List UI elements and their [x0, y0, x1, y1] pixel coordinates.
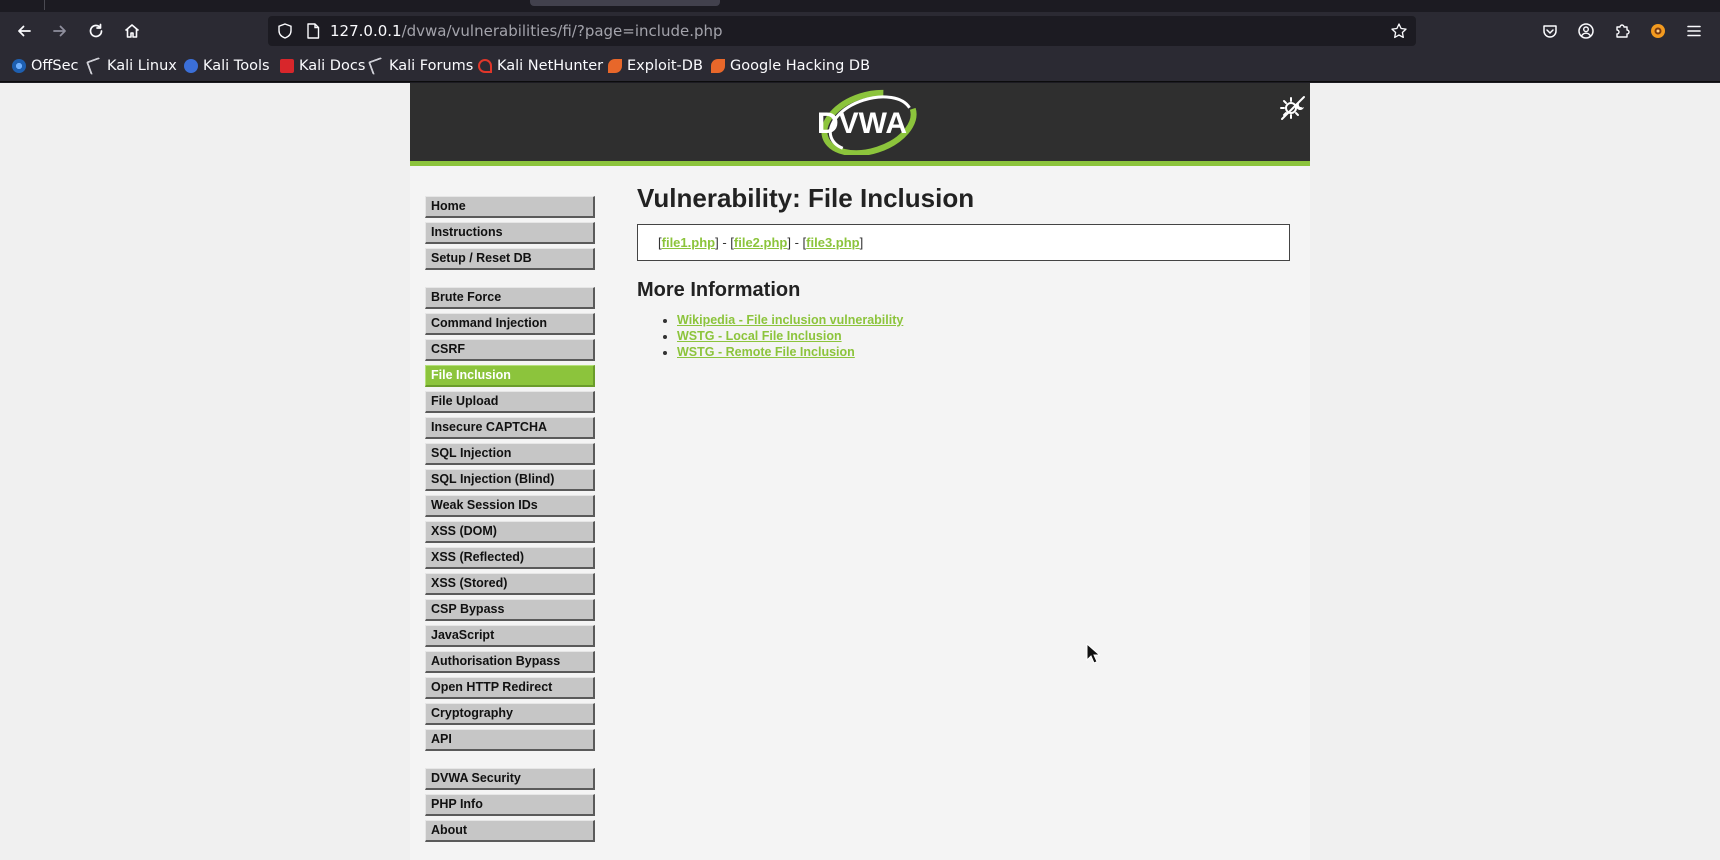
reload-icon [89, 23, 103, 38]
exploit-db-icon [608, 59, 622, 73]
back-arrow-icon [18, 25, 31, 37]
bookmark-offsec[interactable]: OffSec [12, 57, 79, 75]
shield-icon[interactable] [276, 22, 294, 40]
puzzle-icon [1616, 24, 1630, 38]
back-button[interactable] [8, 15, 40, 47]
page-info-icon[interactable] [304, 22, 322, 40]
menu-group-vulnerabilities: Brute Force Command Injection CSRF File … [425, 287, 595, 751]
dvwa-container: DVWA Home Instructions Setup / Reset DB … [410, 83, 1310, 860]
wstg-remote-file-inclusion-link[interactable]: WSTG - Remote File Inclusion [677, 345, 855, 359]
menu-item-weak-session-ids[interactable]: Weak Session IDs [425, 495, 595, 517]
main-menu: Home Instructions Setup / Reset DB Brute… [425, 196, 595, 859]
tab-separator [44, 0, 45, 10]
menu-item-sql-injection[interactable]: SQL Injection [425, 443, 595, 465]
ghdb-icon [711, 59, 725, 73]
menu-item-insecure-captcha[interactable]: Insecure CAPTCHA [425, 417, 595, 439]
mouse-cursor-icon [1086, 643, 1100, 664]
offsec-icon [12, 59, 26, 73]
menu-item-xss-reflected[interactable]: XSS (Reflected) [425, 547, 595, 569]
menu-item-csp-bypass[interactable]: CSP Bypass [425, 599, 595, 621]
file2-link[interactable]: file2.php [734, 235, 787, 250]
bookmarks-toolbar: OffSec Kali Linux Kali Tools Kali Docs K… [0, 50, 1720, 82]
bookmark-star-icon[interactable] [1390, 22, 1408, 40]
menu-item-file-upload[interactable]: File Upload [425, 391, 595, 413]
url-host: 127.0.0.1 [330, 22, 402, 40]
kali-docs-icon [280, 59, 294, 73]
hamburger-menu-icon [1687, 25, 1701, 37]
file-links-box: [file1.php] - [file2.php] - [file3.php] [637, 224, 1290, 261]
dvwa-logo[interactable]: DVWA [805, 89, 925, 155]
nethunter-icon [478, 59, 492, 73]
forward-arrow-icon [53, 25, 66, 37]
menu-group-system: DVWA Security PHP Info About [425, 768, 595, 842]
more-info-heading: More Information [637, 279, 801, 301]
list-item: WSTG - Local File Inclusion [677, 328, 1297, 344]
home-icon [124, 24, 140, 38]
active-tab[interactable] [530, 0, 720, 6]
file-separator: - [718, 235, 731, 250]
home-button[interactable] [116, 15, 148, 47]
url-text[interactable]: 127.0.0.1/dvwa/vulnerabilities/fi/?page=… [330, 22, 723, 40]
theme-toggle-icon[interactable] [1278, 93, 1308, 123]
menu-item-xss-stored[interactable]: XSS (Stored) [425, 573, 595, 595]
forward-button[interactable] [44, 15, 76, 47]
extension-avatar-button[interactable] [1642, 15, 1674, 47]
page-title: Vulnerability: File Inclusion [637, 183, 975, 213]
more-info-list: Wikipedia - File inclusion vulnerability… [637, 312, 1297, 360]
menu-item-open-http-redirect[interactable]: Open HTTP Redirect [425, 677, 595, 699]
file3-link[interactable]: file3.php [806, 235, 859, 250]
extension-fox-icon [1651, 24, 1665, 38]
menu-item-php-info[interactable]: PHP Info [425, 794, 595, 816]
menu-item-xss-dom[interactable]: XSS (DOM) [425, 521, 595, 543]
menu-item-dvwa-security[interactable]: DVWA Security [425, 768, 595, 790]
menu-item-about[interactable]: About [425, 820, 595, 842]
list-item: WSTG - Remote File Inclusion [677, 344, 1297, 360]
menu-item-file-inclusion[interactable]: File Inclusion [425, 365, 595, 387]
kali-dragon-icon [86, 57, 104, 75]
menu-group-general: Home Instructions Setup / Reset DB [425, 196, 595, 270]
menu-item-api[interactable]: API [425, 729, 595, 751]
file1-link[interactable]: file1.php [662, 235, 715, 250]
page-viewport: DVWA Home Instructions Setup / Reset DB … [0, 83, 1720, 860]
wikipedia-file-inclusion-link[interactable]: Wikipedia - File inclusion vulnerability [677, 313, 903, 327]
bookmark-google-hacking-db[interactable]: Google Hacking DB [711, 57, 870, 75]
menu-item-sql-injection-blind[interactable]: SQL Injection (Blind) [425, 469, 595, 491]
menu-item-home[interactable]: Home [425, 196, 595, 218]
url-bar[interactable]: 127.0.0.1/dvwa/vulnerabilities/fi/?page=… [268, 16, 1416, 46]
bookmark-exploit-db[interactable]: Exploit-DB [608, 57, 703, 75]
kali-tools-icon [184, 59, 198, 73]
menu-item-authorisation-bypass[interactable]: Authorisation Bypass [425, 651, 595, 673]
bookmark-kali-docs[interactable]: Kali Docs [280, 57, 365, 75]
kali-dragon-icon [368, 57, 386, 75]
file-separator: - [790, 235, 803, 250]
menu-item-setup-reset-db[interactable]: Setup / Reset DB [425, 248, 595, 270]
app-menu-button[interactable] [1678, 15, 1710, 47]
dvwa-header: DVWA [410, 83, 1310, 166]
extensions-button[interactable] [1606, 15, 1638, 47]
menu-item-javascript[interactable]: JavaScript [425, 625, 595, 647]
menu-item-brute-force[interactable]: Brute Force [425, 287, 595, 309]
menu-item-cryptography[interactable]: Cryptography [425, 703, 595, 725]
menu-item-csrf[interactable]: CSRF [425, 339, 595, 361]
account-button[interactable] [1570, 15, 1602, 47]
bookmark-kali-forums[interactable]: Kali Forums [368, 57, 473, 75]
navigation-toolbar: 127.0.0.1/dvwa/vulnerabilities/fi/?page=… [0, 12, 1720, 50]
list-item: Wikipedia - File inclusion vulnerability [677, 312, 1297, 328]
main-body: Vulnerability: File Inclusion [file1.php… [637, 183, 1297, 360]
bookmark-kali-tools[interactable]: Kali Tools [184, 57, 270, 75]
pocket-icon [1543, 25, 1557, 38]
account-icon [1578, 23, 1594, 39]
pocket-button[interactable] [1534, 15, 1566, 47]
bookmark-kali-linux[interactable]: Kali Linux [86, 57, 177, 75]
menu-item-command-injection[interactable]: Command Injection [425, 313, 595, 335]
bookmark-kali-nethunter[interactable]: Kali NetHunter [478, 57, 603, 75]
menu-item-instructions[interactable]: Instructions [425, 222, 595, 244]
reload-button[interactable] [80, 15, 112, 47]
url-path: /dvwa/vulnerabilities/fi/?page=include.p… [401, 22, 723, 40]
tab-strip [0, 0, 1720, 12]
logo-text: DVWA [817, 107, 907, 140]
wstg-local-file-inclusion-link[interactable]: WSTG - Local File Inclusion [677, 329, 842, 343]
